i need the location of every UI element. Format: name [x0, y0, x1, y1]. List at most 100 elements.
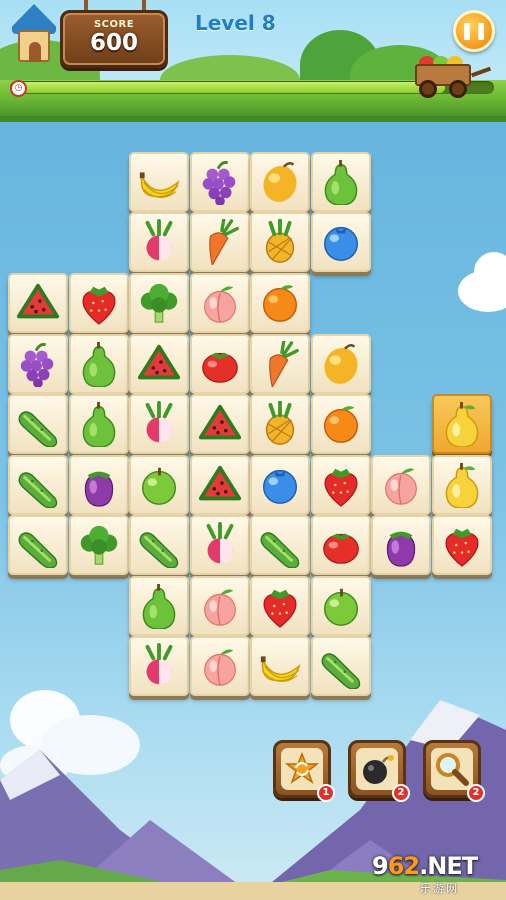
tomato-icon: [202, 352, 238, 383]
progress-fill: [11, 82, 445, 93]
cucumber-icon: [139, 532, 179, 568]
tile-carrot[interactable]: [190, 212, 250, 272]
bomb-count: 2: [392, 784, 410, 802]
peach-icon: [204, 286, 236, 323]
tile-tomato[interactable]: [190, 334, 250, 394]
tile-apple[interactable]: [129, 455, 189, 515]
hint-button[interactable]: 2: [423, 740, 485, 802]
tile-radish[interactable]: [129, 212, 189, 272]
pause-icon: ❚❚: [459, 21, 489, 41]
tile-yellow-pear[interactable]: [432, 455, 492, 515]
tile-banana[interactable]: [129, 152, 189, 212]
grapes-icon: [20, 343, 54, 387]
watermark-sub: 乐游网: [420, 882, 459, 895]
tile-radish[interactable]: [129, 636, 189, 696]
yellow-pear-icon: [445, 401, 479, 447]
watermark: 962.NET 乐游网: [372, 852, 502, 896]
broccoli-icon: [80, 525, 118, 565]
shuffle-button[interactable]: 1: [273, 740, 335, 802]
timer-icon: ◷: [10, 80, 27, 97]
broccoli-icon: [140, 283, 178, 323]
tile-pineapple[interactable]: [250, 212, 310, 272]
tile-mango[interactable]: [311, 334, 371, 394]
tile-watermelon[interactable]: [8, 273, 68, 333]
tile-strawberry[interactable]: [250, 576, 310, 636]
tile-grapes[interactable]: [8, 334, 68, 394]
tile-cucumber[interactable]: [8, 455, 68, 515]
tile-pear[interactable]: [69, 394, 129, 454]
strawberry-icon: [82, 286, 116, 325]
tile-watermelon[interactable]: [190, 455, 250, 515]
tile-broccoli[interactable]: [129, 273, 189, 333]
score-label: SCORE: [93, 19, 135, 30]
tile-radish[interactable]: [190, 515, 250, 575]
pear-icon: [142, 583, 176, 629]
mountain-left: [0, 750, 260, 900]
tile-cucumber[interactable]: [129, 515, 189, 575]
tile-cucumber[interactable]: [250, 515, 310, 575]
level-title: Level 8: [195, 11, 276, 35]
tile-yellow-pear[interactable]: [432, 394, 492, 454]
pause-button[interactable]: ❚❚: [453, 10, 495, 52]
pear-icon: [324, 159, 358, 205]
tile-peach[interactable]: [190, 636, 250, 696]
hint-count: 2: [467, 784, 485, 802]
pineapple-icon: [265, 401, 295, 445]
tile-eggplant[interactable]: [69, 455, 129, 515]
eggplant-icon: [84, 471, 114, 507]
blueberry-icon: [262, 469, 298, 504]
mango-icon: [263, 162, 297, 202]
tile-grapes[interactable]: [190, 152, 250, 212]
cucumber-icon: [260, 532, 300, 568]
tile-radish[interactable]: [129, 394, 189, 454]
shuffle-icon: [285, 752, 319, 784]
tile-blueberry[interactable]: [311, 212, 371, 272]
watermelon-icon: [198, 465, 242, 501]
tile-strawberry[interactable]: [432, 515, 492, 575]
pear-icon: [82, 341, 116, 387]
tile-pear[interactable]: [311, 152, 371, 212]
score-board: SCORE 600: [60, 10, 168, 68]
carrot-icon: [209, 219, 239, 265]
tile-cucumber[interactable]: [8, 394, 68, 454]
bomb-icon: [363, 755, 394, 784]
strawberry-icon: [445, 528, 479, 567]
tile-eggplant[interactable]: [371, 515, 431, 575]
tile-peach[interactable]: [190, 576, 250, 636]
tile-carrot[interactable]: [250, 334, 310, 394]
score-value: 600: [89, 30, 138, 56]
tile-watermelon[interactable]: [129, 334, 189, 394]
tile-strawberry[interactable]: [311, 455, 371, 515]
watermelon-icon: [198, 404, 242, 440]
tile-tomato[interactable]: [311, 515, 371, 575]
tile-broccoli[interactable]: [69, 515, 129, 575]
tile-pear[interactable]: [129, 576, 189, 636]
tile-blueberry[interactable]: [250, 455, 310, 515]
eggplant-icon: [386, 531, 416, 567]
header-bar: SCORE 600 Level 8 ❚❚ ◷: [0, 0, 506, 122]
pear-icon: [82, 401, 116, 447]
watermark-text: 962.NET: [372, 852, 478, 880]
tile-peach[interactable]: [190, 273, 250, 333]
tile-cucumber[interactable]: [8, 515, 68, 575]
tile-peach[interactable]: [371, 455, 431, 515]
strawberry-icon: [324, 468, 358, 507]
watermelon-icon: [137, 344, 181, 380]
tomato-icon: [323, 533, 359, 564]
tile-pineapple[interactable]: [250, 394, 310, 454]
tile-strawberry[interactable]: [69, 273, 129, 333]
tile-apple[interactable]: [311, 576, 371, 636]
tile-cucumber[interactable]: [311, 636, 371, 696]
cucumber-icon: [18, 532, 58, 568]
tile-orange[interactable]: [250, 273, 310, 333]
radish-icon: [145, 219, 173, 261]
orange-icon: [323, 406, 359, 443]
bomb-button[interactable]: 2: [348, 740, 410, 802]
tile-watermelon[interactable]: [190, 394, 250, 454]
magnifier-icon: [436, 753, 469, 786]
tile-banana[interactable]: [250, 636, 310, 696]
tile-pear[interactable]: [69, 334, 129, 394]
cucumber-icon: [18, 411, 58, 447]
tile-orange[interactable]: [311, 394, 371, 454]
tile-mango[interactable]: [250, 152, 310, 212]
